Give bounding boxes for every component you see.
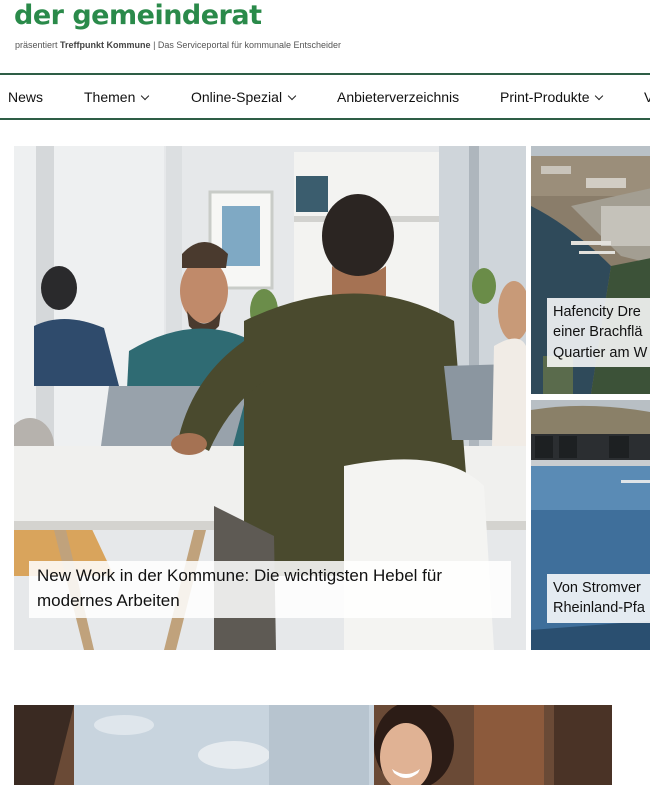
teaser-side-bottom-title[interactable]: Von Stromver Rheinland-Pfa xyxy=(547,574,650,623)
nav-item-label: News xyxy=(8,89,44,105)
nav-item-themen[interactable]: Themen xyxy=(84,89,150,105)
teaser-main[interactable]: New Work in der Kommune: Die wichtigsten… xyxy=(14,146,526,650)
teaser-side-bottom-line: Von Stromver xyxy=(553,580,641,596)
nav-item-label: Themen xyxy=(84,89,136,105)
teaser-second-row-image xyxy=(14,705,612,785)
nav-item-label: Anbieterverzeichnis xyxy=(337,89,460,105)
tagline-brand: Treffpunkt Kommune xyxy=(60,40,151,50)
tagline-suffix: | Das Serviceportal für kommunale Entsch… xyxy=(153,40,341,50)
teaser-side-top[interactable]: Hafencity Dre einer Brachflä Quartier am… xyxy=(531,146,650,394)
teaser-side-top-line: Hafencity Dre xyxy=(553,304,641,320)
nav-item-news[interactable]: News xyxy=(8,89,43,105)
nav-item-more[interactable]: V xyxy=(644,89,650,105)
teaser-side-bottom[interactable]: Von Stromver Rheinland-Pfa xyxy=(531,400,650,650)
nav-item-print-produkte[interactable]: Print-Produkte xyxy=(500,89,604,105)
nav-item-label: V xyxy=(644,89,650,105)
teaser-side-top-line: Quartier am W xyxy=(553,344,648,361)
chevron-down-icon xyxy=(141,91,150,101)
teaser-side-top-line: einer Brachflä xyxy=(553,324,643,341)
teaser-side-top-title[interactable]: Hafencity Dre einer Brachflä Quartier am… xyxy=(547,298,650,367)
nav-item-label: Online-Spezial xyxy=(191,89,283,105)
site-logo[interactable]: der gemeinderat xyxy=(14,0,262,31)
nav-item-online-spezial[interactable]: Online-Spezial xyxy=(191,89,297,105)
nav-item-anbieterverzeichnis[interactable]: Anbieterverzeichnis xyxy=(337,89,459,105)
tagline-prefix: präsentiert xyxy=(15,40,58,50)
main-navigation: News Themen Online-Spezial Anbieterverze… xyxy=(0,73,650,120)
teaser-main-title[interactable]: New Work in der Kommune: Die wichtigsten… xyxy=(29,561,511,619)
chevron-down-icon xyxy=(595,91,604,101)
site-tagline: präsentiert Treffpunkt Kommune | Das Ser… xyxy=(15,40,341,50)
teaser-side-bottom-line: Rheinland-Pfa xyxy=(553,600,645,617)
teaser-second-row[interactable] xyxy=(14,705,612,785)
chevron-down-icon xyxy=(287,91,297,101)
nav-item-label: Print-Produkte xyxy=(500,89,590,105)
